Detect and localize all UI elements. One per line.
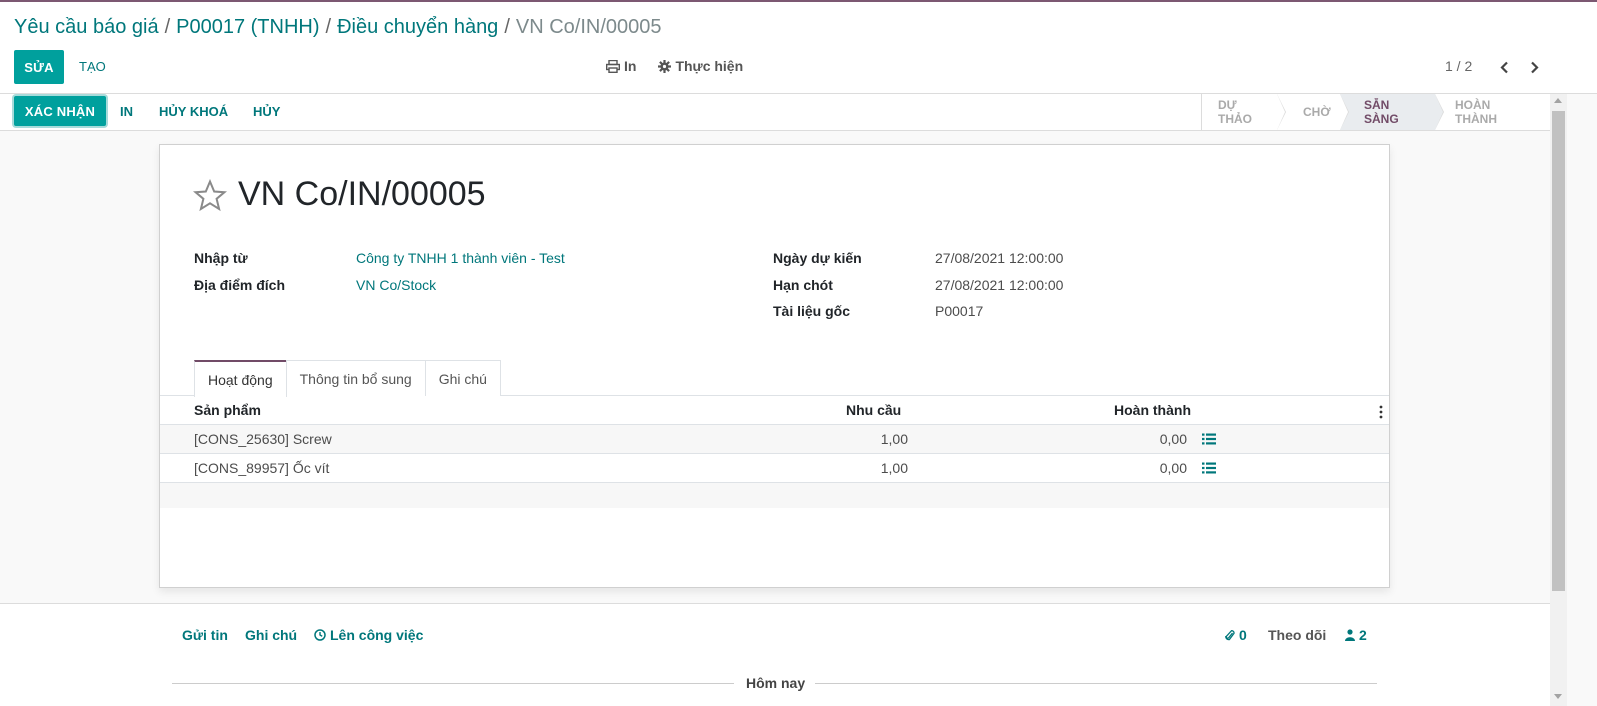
validate-button[interactable]: XÁC NHẬN [14,96,106,126]
stage-ready: SẴN SÀNG [1340,94,1444,130]
stage-done: HOÀN THÀNH [1435,94,1550,130]
table-empty-row [160,483,1389,508]
chevron-left-icon [1499,61,1508,73]
breadcrumb-current: VN Co/IN/00005 [515,16,662,38]
edit-button[interactable]: SỬA [14,50,64,84]
stage-draft: DỰ THẢO [1202,94,1286,130]
action-dropdown[interactable]: Thực hiện [658,58,743,74]
tab-note[interactable]: Ghi chú [424,360,501,396]
form-sheet: VN Co/IN/00005 Nhập từ Công ty TNHH 1 th… [159,144,1390,588]
print-button[interactable]: IN [120,104,133,119]
list-details-icon[interactable] [1202,462,1216,474]
date-separator-today: Hôm nay [746,675,806,691]
table-row[interactable]: [CONS_89957] Ốc vít 1,00 0,00 [160,454,1389,483]
column-header-demand[interactable]: Nhu cầu [846,402,901,418]
star-icon[interactable] [193,179,227,213]
field-label-destination: Địa điểm đích [194,277,286,293]
done-cell: 0,00 [1159,460,1187,476]
pager-value[interactable]: 1 / 2 [1445,58,1472,74]
breadcrumb-item-transfers[interactable]: Điều chuyển hàng [337,16,498,38]
stage-progress: DỰ THẢO CHỜ SẴN SÀNG HOÀN THÀNH [1201,94,1550,130]
chevron-right-icon [1530,61,1539,73]
field-label-source: Nhập từ [194,250,248,266]
field-value-scheduled-date: 27/08/2021 12:00:00 [935,250,1064,266]
create-button[interactable]: TẠO [79,59,106,74]
chatter: Gửi tin Ghi chú Lên công việc 0 Theo dõi… [0,603,1550,706]
breadcrumb-item-quotations[interactable]: Yêu cầu báo giá [14,16,159,38]
field-label-source-document: Tài liệu gốc [773,303,851,319]
log-note-button[interactable]: Ghi chú [245,627,297,643]
record-title: VN Co/IN/00005 [238,175,486,213]
breadcrumb: Yêu cầu báo giá / P00017 (TNHH) / Điều chuyể… [14,16,662,38]
page-scrollbar[interactable] [1550,94,1567,706]
attachments-count: 0 [1239,627,1247,643]
tab-operations[interactable]: Hoạt động [194,360,287,397]
action-bar: In Thực hiện [606,58,743,74]
schedule-activity-button[interactable]: Lên công việc [314,627,423,643]
scroll-down-arrow-icon[interactable] [1554,694,1562,699]
pager-next-button[interactable] [1524,56,1544,78]
followers-count: 2 [1359,627,1367,643]
action-label: Thực hiện [675,58,744,74]
table-row[interactable]: [CONS_25630] Screw 1,00 0,00 [160,425,1389,454]
column-header-done[interactable]: Hoàn thành [1114,402,1191,418]
date-divider-right [815,683,1377,684]
column-options-icon[interactable] [1379,405,1383,419]
schedule-activity-label: Lên công việc [330,627,424,643]
attachments-button[interactable]: 0 [1225,627,1247,643]
table-header: Sản phẩm Nhu cầu Hoàn thành [160,396,1389,425]
gear-icon [658,59,672,73]
field-value-destination[interactable]: VN Co/Stock [356,277,436,293]
status-bar: XÁC NHẬN IN HỦY KHOÁ HỦY DỰ THẢO CHỜ SẴN… [0,94,1550,131]
send-message-button[interactable]: Gửi tin [182,627,228,643]
cancel-button[interactable]: HỦY [253,104,280,119]
product-cell: [CONS_25630] Screw [194,431,332,447]
notebook-tabs: Hoạt động Thông tin bổ sung Ghi chú [194,360,501,397]
date-divider-left [172,683,734,684]
breadcrumb-item-purchase-order[interactable]: P00017 (TNHH) [176,16,319,38]
demand-cell: 1,00 [880,431,908,447]
field-label-scheduled-date: Ngày dự kiến [773,250,862,266]
unlock-button[interactable]: HỦY KHOÁ [159,104,228,119]
field-value-source[interactable]: Công ty TNHH 1 thành viên - Test [356,250,565,266]
scroll-thumb[interactable] [1552,111,1565,591]
paperclip-icon [1225,629,1235,640]
user-icon [1345,629,1355,641]
product-cell: [CONS_89957] Ốc vít [194,460,330,476]
clock-icon [314,629,326,641]
followers-button[interactable]: 2 [1345,627,1367,643]
pager-previous-button[interactable] [1494,56,1514,78]
print-dropdown[interactable]: In [606,58,636,74]
demand-cell: 1,00 [880,460,908,476]
scroll-up-arrow-icon[interactable] [1554,98,1562,103]
list-details-icon[interactable] [1202,433,1216,445]
field-value-deadline: 27/08/2021 12:00:00 [935,277,1064,293]
field-value-source-document: P00017 [935,303,984,319]
printer-icon [606,59,620,73]
control-panel: Yêu cầu báo giá / P00017 (TNHH) / Điều chuyể… [0,2,1597,94]
done-cell: 0,00 [1159,431,1187,447]
field-label-deadline: Hạn chót [773,277,833,293]
stage-waiting: CHỜ [1277,94,1349,130]
tab-additional-info[interactable]: Thông tin bổ sung [285,360,426,396]
follow-button[interactable]: Theo dõi [1268,627,1326,643]
print-label: In [624,58,637,74]
column-header-product[interactable]: Sản phẩm [194,402,261,418]
